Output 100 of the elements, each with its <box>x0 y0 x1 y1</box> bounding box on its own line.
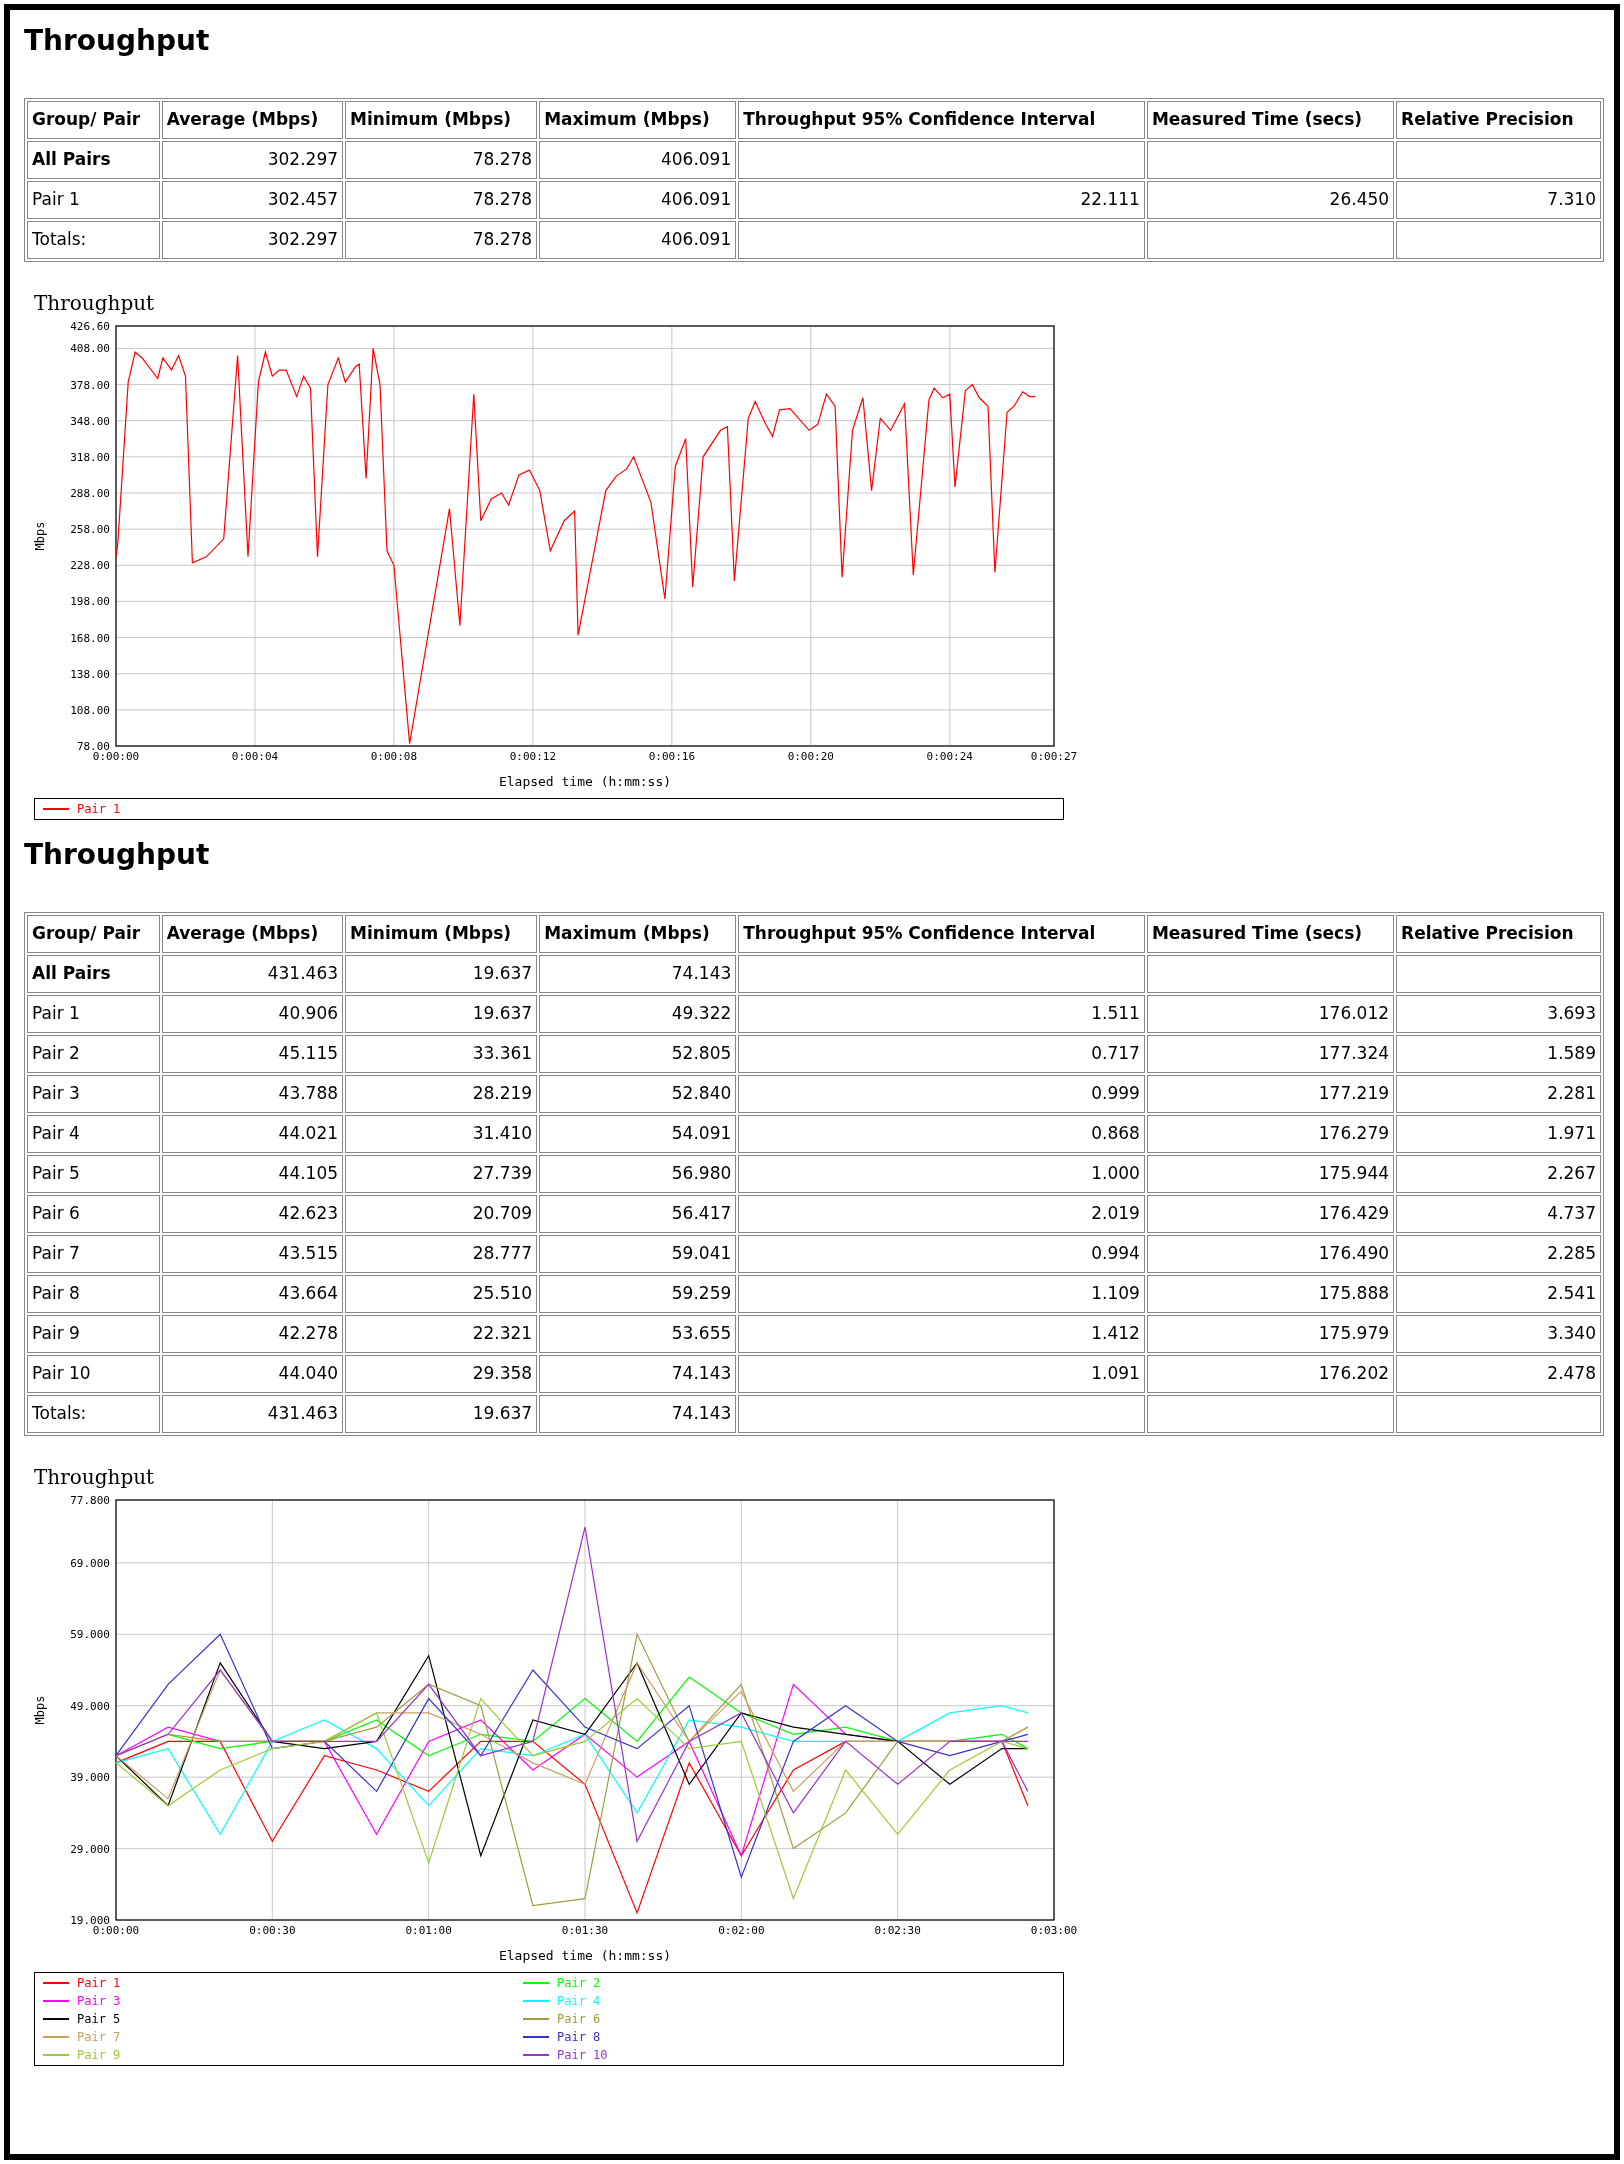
legend-label: Pair 9 <box>77 2047 121 2064</box>
table-cell: 59.259 <box>539 1275 737 1313</box>
table-cell: 74.143 <box>539 955 737 993</box>
table-cell: 45.115 <box>161 1035 344 1073</box>
table-cell: 2.541 <box>1396 1275 1601 1313</box>
table-cell: 176.279 <box>1146 1115 1395 1153</box>
axis-tick-label: 0:02:30 <box>874 1924 921 1937</box>
axis-tick-label: 59.000 <box>70 1628 110 1642</box>
table-cell: 49.322 <box>539 995 737 1033</box>
column-header: Average (Mbps) <box>161 915 344 953</box>
table-cell: 19.637 <box>345 1395 538 1433</box>
table-cell: 2.019 <box>738 1195 1145 1233</box>
table-cell: Pair 9 <box>27 1315 160 1353</box>
axis-tick-label: 168.00 <box>70 631 110 645</box>
table-cell: 19.637 <box>345 995 538 1033</box>
column-header: Minimum (Mbps) <box>345 915 538 953</box>
axis-tick-label: 0:00:30 <box>249 1924 296 1937</box>
legend-label: Pair 8 <box>557 2029 601 2046</box>
table-cell: Totals: <box>27 1395 160 1433</box>
legend-line-icon <box>43 1982 69 1984</box>
table-cell: 1.971 <box>1396 1115 1601 1153</box>
axis-tick-label: 426.60 <box>70 320 110 333</box>
legend-line-icon <box>43 2018 69 2020</box>
axis-tick-label: 0:00:20 <box>787 750 834 763</box>
table-cell: 29.358 <box>345 1355 538 1393</box>
table-cell: 176.490 <box>1146 1235 1395 1273</box>
table-cell: 33.361 <box>345 1035 538 1073</box>
table-cell: 1.109 <box>738 1275 1145 1313</box>
table-cell: 20.709 <box>345 1195 538 1233</box>
column-header: Maximum (Mbps) <box>539 915 737 953</box>
table-cell: 406.091 <box>539 141 737 179</box>
axis-tick-label: 0:00:00 <box>92 1924 140 1937</box>
column-header: Measured Time (secs) <box>1146 101 1395 139</box>
legend-label: Pair 4 <box>557 1993 601 2010</box>
table-cell: 177.219 <box>1146 1075 1395 1113</box>
table-cell: 2.267 <box>1396 1155 1601 1193</box>
table-cell: 176.012 <box>1146 995 1395 1033</box>
axis-tick-label: 138.00 <box>70 667 110 681</box>
axis-tick-label: 0:00:24 <box>926 750 973 763</box>
table-cell: 53.655 <box>539 1315 737 1353</box>
table-cell: 44.040 <box>161 1355 344 1393</box>
axis-tick-label: 29.000 <box>70 1842 110 1856</box>
table-cell: 26.450 <box>1146 181 1395 219</box>
table-cell: 1.511 <box>738 995 1145 1033</box>
axis-tick-label: 77.800 <box>70 1494 110 1507</box>
column-header: Maximum (Mbps) <box>539 101 737 139</box>
table-cell: 4.737 <box>1396 1195 1601 1233</box>
table-cell: 56.417 <box>539 1195 737 1233</box>
table-cell: 25.510 <box>345 1275 538 1313</box>
axis-tick-label: 0:02:00 <box>718 1924 765 1937</box>
axis-tick-label: 258.00 <box>70 523 110 537</box>
table-cell: 431.463 <box>161 955 344 993</box>
table-cell: 44.021 <box>161 1115 344 1153</box>
table-cell: 1.000 <box>738 1155 1145 1193</box>
axis-tick-label: 348.00 <box>70 414 110 428</box>
legend-line-icon <box>523 2000 549 2002</box>
column-header: Minimum (Mbps) <box>345 101 538 139</box>
table-cell: 22.111 <box>738 181 1145 219</box>
table-cell: 0.717 <box>738 1035 1145 1073</box>
table-cell: 43.515 <box>161 1235 344 1273</box>
table-cell: 7.310 <box>1396 181 1601 219</box>
table-cell: 302.297 <box>161 141 344 179</box>
axis-tick-label: 0:01:30 <box>561 1924 609 1937</box>
axis-tick-label: 0:00:16 <box>648 750 696 763</box>
axis-tick-label: 318.00 <box>70 450 110 464</box>
table-cell: 59.041 <box>539 1235 737 1273</box>
legend-label: Pair 1 <box>77 801 121 818</box>
table-cell: 78.278 <box>345 181 538 219</box>
table-cell: Pair 1 <box>27 181 160 219</box>
column-header: Group/ Pair <box>27 101 160 139</box>
table-cell: 28.777 <box>345 1235 538 1273</box>
table-cell: 177.324 <box>1146 1035 1395 1073</box>
axis-tick-label: 39.000 <box>70 1771 110 1785</box>
axis-tick-label: 49.000 <box>70 1699 110 1713</box>
table-cell: 0.868 <box>738 1115 1145 1153</box>
legend-line-icon <box>523 2036 549 2038</box>
axis-tick-label: 0:00:04 <box>231 750 279 763</box>
table-cell: 44.105 <box>161 1155 344 1193</box>
axis-tick-label: 78.00 <box>76 740 110 753</box>
column-header: Group/ Pair <box>27 915 160 953</box>
axis-tick-label: 378.00 <box>70 378 110 392</box>
column-header: Measured Time (secs) <box>1146 915 1395 953</box>
axis-title: Mbps <box>33 1695 47 1725</box>
axis-tick-label: 0:00:12 <box>509 750 557 763</box>
table-cell: Pair 5 <box>27 1155 160 1193</box>
axis-title: Elapsed time (h:mm:ss) <box>498 774 672 789</box>
table-cell: 302.297 <box>161 221 344 259</box>
column-header: Average (Mbps) <box>161 101 344 139</box>
legend-label: Pair 6 <box>557 2011 601 2028</box>
legend-label: Pair 10 <box>557 2047 608 2064</box>
table-cell: 406.091 <box>539 181 737 219</box>
axis-tick-label: 408.00 <box>70 342 110 356</box>
table-cell: 52.840 <box>539 1075 737 1113</box>
axis-tick-label: 108.00 <box>70 703 110 717</box>
legend-label: Pair 5 <box>77 2011 121 2028</box>
column-header: Relative Precision <box>1396 101 1601 139</box>
table-cell: 56.980 <box>539 1155 737 1193</box>
section-title: Throughput <box>24 23 211 59</box>
legend-label: Pair 1 <box>77 1975 121 1992</box>
legend-label: Pair 2 <box>557 1975 601 1992</box>
